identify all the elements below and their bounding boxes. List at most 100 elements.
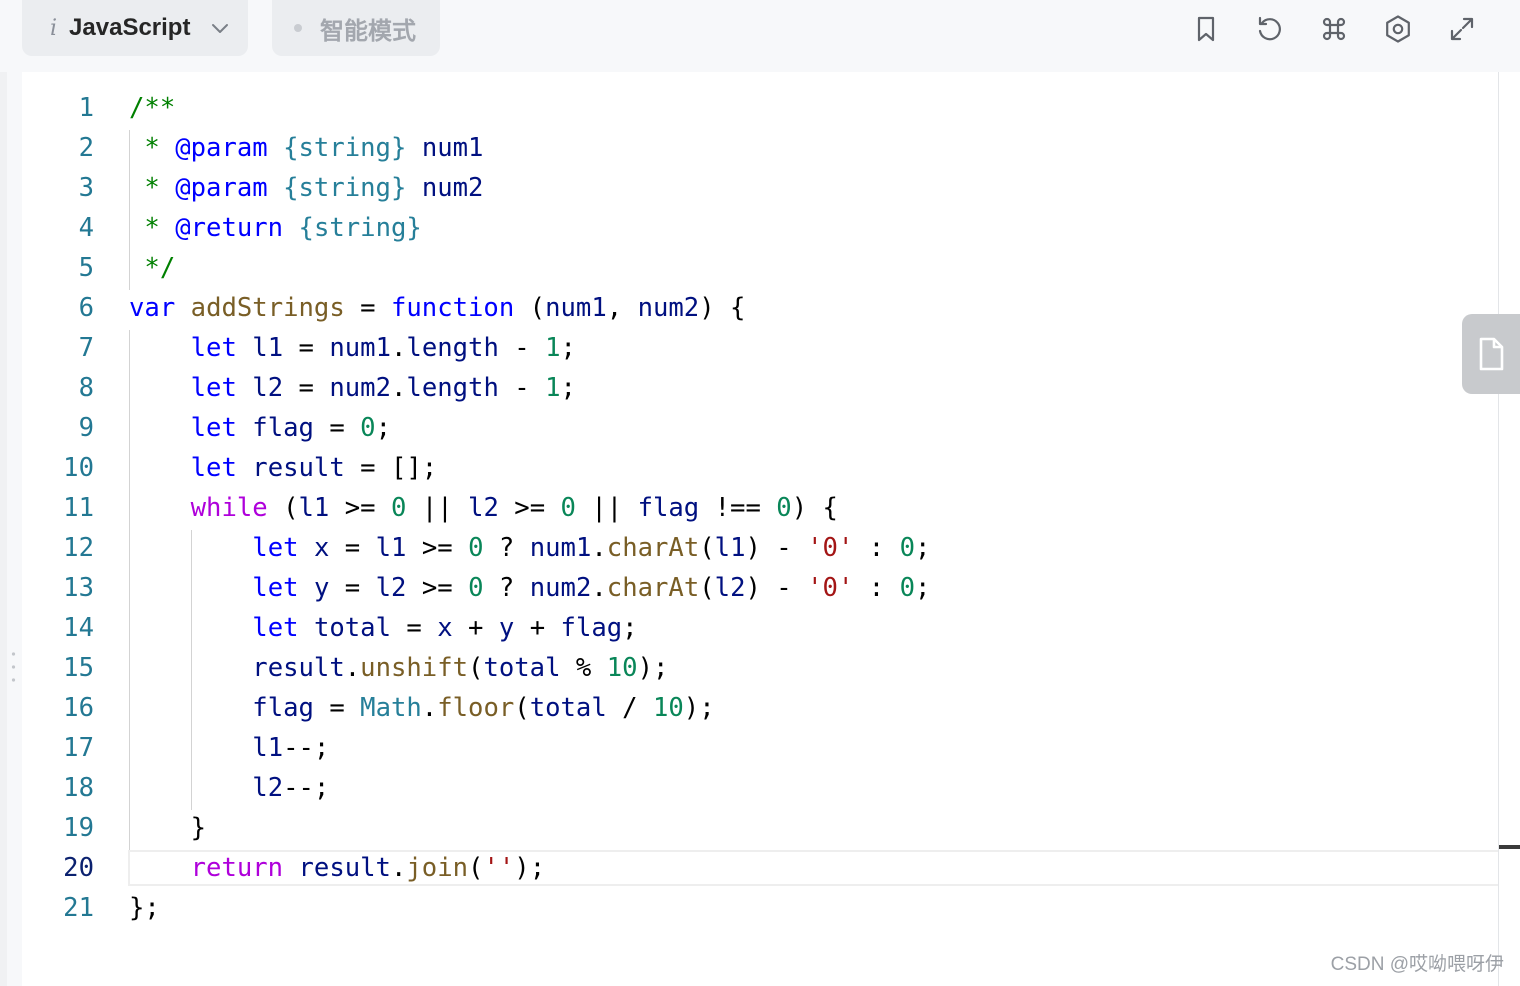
code-line[interactable]: 20 return result.join(''); [0, 848, 1498, 888]
code-line[interactable]: 16 flag = Math.floor(total / 10); [0, 688, 1498, 728]
line-number: 9 [78, 413, 94, 443]
code-text[interactable]: */ [129, 248, 175, 288]
code-token: }; [129, 893, 160, 923]
code-lines[interactable]: 1/** 2 * @param {string} num1 3 * @param {… [0, 88, 1498, 928]
code-token: / [606, 693, 653, 723]
code-token: flag [637, 493, 700, 523]
code-token: . [591, 573, 607, 603]
code-token: charAt [606, 533, 700, 563]
code-token: let [190, 453, 237, 483]
code-token: num1 [421, 133, 484, 163]
code-token: length [406, 373, 499, 403]
code-line[interactable]: 8 let l2 = num2.length - 1; [0, 368, 1498, 408]
code-token: + [452, 613, 499, 643]
code-token: flag [252, 693, 314, 723]
code-line[interactable]: 17 l1--; [0, 728, 1498, 768]
code-token: ; [915, 573, 931, 603]
code-text[interactable]: } [129, 808, 206, 848]
code-line[interactable]: 5 */ [0, 248, 1498, 288]
code-text[interactable]: l2--; [129, 768, 329, 808]
code-line[interactable]: 1 /** [0, 88, 1498, 128]
file-panel-button[interactable] [1462, 314, 1520, 394]
code-token: 1 [545, 373, 561, 403]
code-line[interactable]: 14 let total = x + y + flag; [0, 608, 1498, 648]
line-number: 21 [63, 893, 94, 923]
code-token: num1 [545, 293, 607, 323]
code-text[interactable]: let x = l1 >= 0 ? num1.charAt(l1) - '0' … [129, 528, 930, 568]
code-token: . [344, 653, 361, 683]
code-token: let [190, 333, 237, 363]
code-token: l1 [375, 533, 407, 563]
code-line[interactable]: 12 let x = l1 >= 0 ? num1.charAt(l1) - '… [0, 528, 1498, 568]
code-text[interactable]: let total = x + y + flag; [129, 608, 638, 648]
code-token: l1 [252, 333, 284, 363]
code-token: num1 [329, 333, 391, 363]
code-token: >= [329, 493, 391, 523]
fullscreen-button[interactable] [1445, 12, 1479, 46]
code-token: ; [375, 413, 392, 443]
code-token: ) - [745, 573, 808, 603]
shortcuts-button[interactable] [1317, 12, 1351, 46]
code-text[interactable]: let l2 = num2.length - 1; [129, 368, 576, 408]
code-token: , [606, 293, 638, 323]
code-line[interactable]: 3 * @param {string} num2 [0, 168, 1498, 208]
code-token: ( [468, 653, 484, 683]
code-token: 0 [468, 533, 484, 563]
code-text[interactable]: /** [129, 88, 175, 128]
code-line[interactable]: 9 let flag = 0; [0, 408, 1498, 448]
code-text[interactable]: result.unshift(total % 10); [129, 648, 668, 688]
code-line[interactable]: 18 l2--; [0, 768, 1498, 808]
code-token: num2 [421, 173, 484, 203]
code-text[interactable]: }; [129, 888, 160, 928]
code-text[interactable]: * @return {string} [129, 208, 421, 248]
code-line[interactable]: 6 var addStrings = function (num1, num2) … [0, 288, 1498, 328]
code-token: 1 [545, 333, 561, 363]
code-text[interactable]: let l1 = num1.length - 1; [129, 328, 576, 368]
code-text[interactable]: return result.join(''); [129, 848, 545, 888]
code-line[interactable]: 21}; [0, 888, 1498, 928]
code-token: = [390, 613, 438, 643]
code-text[interactable]: flag = Math.floor(total / 10); [129, 688, 714, 728]
code-token: num1 [529, 533, 592, 563]
code-line[interactable]: 11 while (l1 >= 0 || l2 >= 0 || flag !==… [0, 488, 1498, 528]
code-text[interactable]: * @param {string} num2 [129, 168, 483, 208]
code-text[interactable]: let y = l2 >= 0 ? num2.charAt(l2) - '0' … [129, 568, 930, 608]
code-line[interactable]: 4 * @return {string} [0, 208, 1498, 248]
code-token: charAt [606, 573, 700, 603]
code-text[interactable]: l1--; [129, 728, 329, 768]
code-token: * [129, 173, 176, 203]
language-icon: i [50, 15, 58, 41]
line-number: 14 [63, 613, 94, 643]
code-text[interactable]: let result = []; [129, 448, 438, 488]
language-selector[interactable]: i JavaScript [22, 0, 248, 56]
smart-mode-toggle[interactable]: 智能模式 [272, 0, 440, 56]
code-token: = [283, 333, 330, 363]
code-token: ? [483, 533, 530, 563]
code-line[interactable]: 2 * @param {string} num1 [0, 128, 1498, 168]
code-line[interactable]: 13 let y = l2 >= 0 ? num2.charAt(l2) - '… [0, 568, 1498, 608]
code-line[interactable]: 19 } [0, 808, 1498, 848]
code-token: ; [622, 613, 638, 643]
code-line[interactable]: 15 result.unshift(total % 10); [0, 648, 1498, 688]
bookmark-button[interactable] [1189, 12, 1223, 46]
reset-button[interactable] [1253, 12, 1287, 46]
code-token: ? [483, 573, 530, 603]
code-text[interactable]: * @param {string} num1 [129, 128, 483, 168]
code-line[interactable]: 10 let result = []; [0, 448, 1498, 488]
code-text[interactable]: let flag = 0; [129, 408, 391, 448]
code-text[interactable]: while (l1 >= 0 || l2 >= 0 || flag !== 0)… [129, 488, 838, 528]
code-text[interactable]: var addStrings = function (num1, num2) { [129, 288, 745, 328]
code-token: = []; [344, 453, 438, 483]
code-token: . [390, 853, 407, 883]
code-line[interactable]: 7 let l1 = num1.length - 1; [0, 328, 1498, 368]
code-token: flag [560, 613, 623, 643]
code-token: join [406, 853, 469, 883]
settings-button[interactable] [1381, 12, 1415, 46]
